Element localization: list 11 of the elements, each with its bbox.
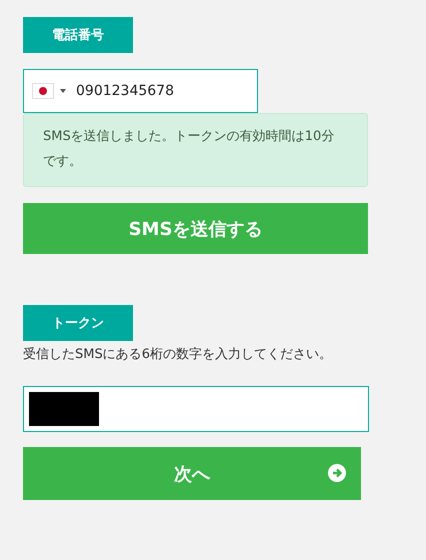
phone-input-field[interactable]: 09012345678 — [23, 69, 258, 113]
token-input-field[interactable] — [23, 386, 369, 432]
section-label: 電話番号 — [23, 17, 133, 53]
caret-icon — [60, 89, 66, 93]
success-notice: SMSを送信しました。トークンの有効時間は10分です。 — [23, 113, 368, 187]
next-button[interactable]: 次へ — [23, 447, 361, 500]
instruction-text: 受信したSMSにある6桁の数字を入力してください。 — [23, 346, 333, 364]
send-sms-button[interactable]: SMSを送信する — [23, 203, 368, 254]
section-label: トークン — [23, 305, 133, 341]
flag-icon — [32, 83, 54, 99]
arrow-right-icon — [328, 464, 346, 482]
